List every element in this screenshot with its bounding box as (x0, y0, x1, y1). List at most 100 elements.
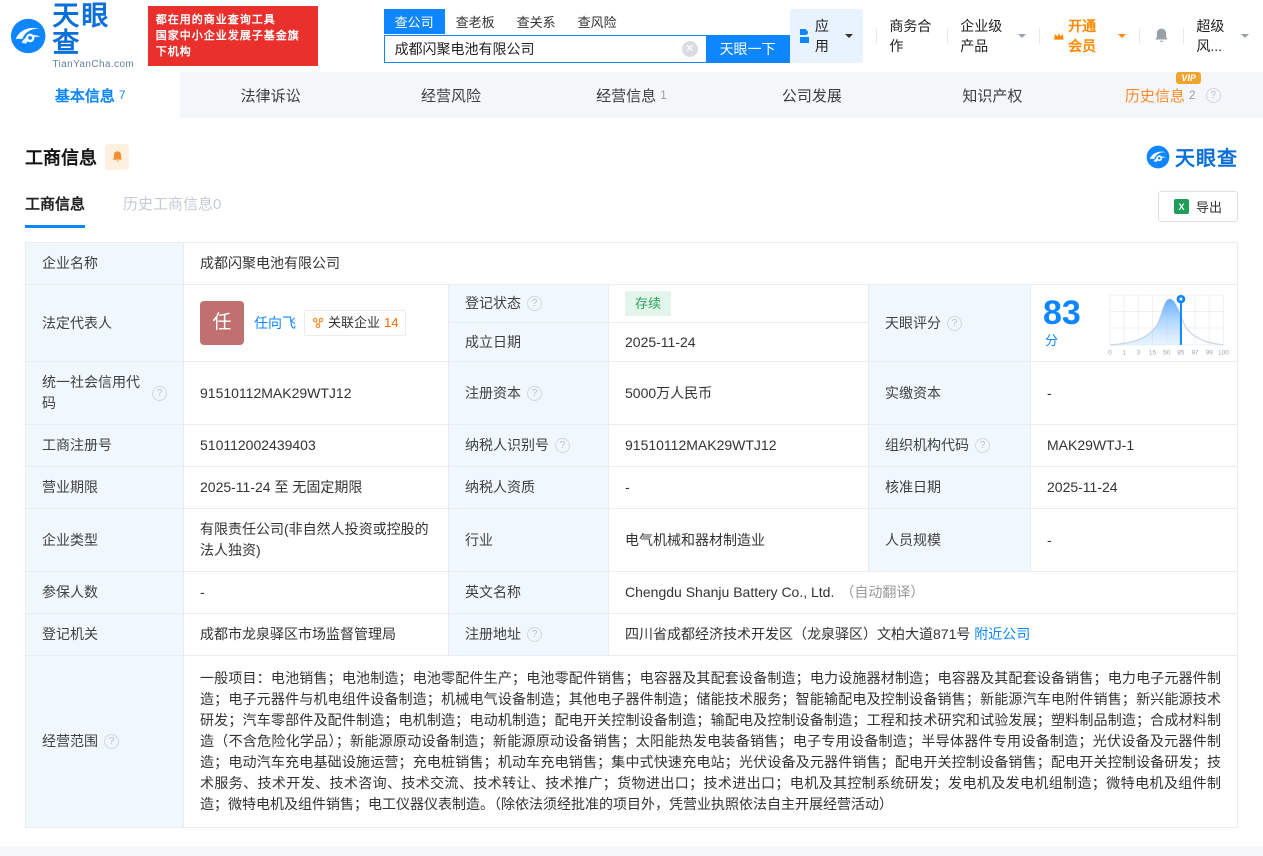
subtab-history-business-info[interactable]: 历史工商信息0 (123, 193, 221, 228)
divider (1039, 28, 1040, 44)
table-row: 企业名称 成都闪聚电池有限公司 (26, 243, 1237, 285)
search-button[interactable]: 天眼一下 (706, 35, 790, 63)
search-tab-company[interactable]: 查公司 (384, 9, 445, 34)
establish-date-value: 2025-11-24 (609, 323, 869, 361)
insured-count-value: - (184, 572, 449, 613)
search-tabs: 查公司 查老板 查关系 查风险 (384, 9, 790, 34)
nav-enterprise-products[interactable]: 企业级产品 (960, 16, 1025, 56)
nav-business-cooperation[interactable]: 商务合作 (889, 16, 933, 56)
tab-company-development[interactable]: 公司发展 (722, 72, 902, 118)
table-row: 登记机关 成都市龙泉驿区市场监督管理局 注册地址? 四川省成都经济技术开发区（龙… (26, 614, 1237, 656)
main-content: 工商信息 天眼查 工商信息 历史工商信息0 X 导出 (0, 118, 1263, 828)
nav-apps[interactable]: 应用 (790, 9, 863, 63)
tab-basic-info[interactable]: 基本信息 7 (0, 72, 180, 118)
search-tab-relation[interactable]: 查关系 (506, 9, 567, 34)
subscribe-bell-icon[interactable] (105, 144, 129, 170)
taxpayer-quality-label: 纳税人资质 (449, 467, 609, 508)
main-tabbar: 基本信息 7 法律诉讼 经营风险 经营信息 1 公司发展 知识产权 历史信息 V… (0, 72, 1263, 118)
help-icon[interactable]: ? (527, 296, 542, 311)
auto-translate-note: （自动翻译） (840, 582, 924, 603)
search-input[interactable] (384, 35, 706, 63)
help-icon[interactable]: ? (527, 627, 542, 642)
export-button[interactable]: X 导出 (1158, 191, 1238, 222)
nav-super-risk[interactable]: 超级风... (1196, 16, 1249, 56)
legal-rep-name-link[interactable]: 任向飞 (254, 313, 296, 334)
section-title: 工商信息 (25, 144, 97, 170)
reg-authority-value: 成都市龙泉驿区市场监督管理局 (184, 614, 449, 655)
company-type-label: 企业类型 (26, 509, 184, 571)
insured-count-label: 参保人数 (26, 572, 184, 613)
svg-text:1: 1 (1122, 349, 1126, 356)
svg-text:3: 3 (1136, 349, 1140, 356)
tab-history-info[interactable]: 历史信息 VIP 2 ? (1083, 72, 1263, 118)
tab-intellectual-property[interactable]: 知识产权 (902, 72, 1082, 118)
tianyancha-logo[interactable]: 天眼查 TianYanCha.com (10, 3, 136, 70)
svg-text:100: 100 (1218, 349, 1229, 356)
notifications-bell-icon[interactable] (1153, 27, 1170, 45)
divider (1183, 28, 1184, 44)
related-companies-badge[interactable]: 关联企业 14 (304, 310, 406, 336)
help-icon[interactable]: ? (947, 316, 962, 331)
nearby-companies-link[interactable]: 附近公司 (974, 624, 1030, 645)
taxpayer-id-label: 纳税人识别号? (449, 425, 609, 466)
business-info-table: 企业名称 成都闪聚电池有限公司 法定代表人 任 任向飞 关联企业 14 (25, 242, 1238, 828)
business-term-label: 营业期限 (26, 467, 184, 508)
tianyancha-logo-icon (10, 17, 46, 55)
taxpayer-quality-value: - (609, 467, 869, 508)
excel-icon: X (1174, 199, 1189, 214)
subtab-business-info[interactable]: 工商信息 (25, 193, 85, 228)
search-tab-boss[interactable]: 查老板 (445, 9, 506, 34)
approve-date-value: 2025-11-24 (1031, 467, 1237, 508)
english-name-label: 英文名称 (449, 572, 609, 613)
reg-status-value: 存续 (609, 285, 869, 322)
industry-value: 电气机械和器材制造业 (609, 509, 869, 571)
divider (876, 28, 877, 44)
nav-apps-label: 应用 (815, 16, 834, 56)
help-icon[interactable]: ? (975, 438, 990, 453)
establish-date-label: 成立日期 (449, 323, 609, 361)
reg-capital-label: 注册资本? (449, 362, 609, 424)
reg-capital-value: 5000万人民币 (609, 362, 869, 424)
legal-rep-avatar[interactable]: 任 (200, 301, 244, 345)
nav-open-vip[interactable]: 开通会员 (1053, 16, 1126, 56)
divider (947, 28, 948, 44)
table-row: 经营范围? 一般项目：电池销售；电池制造；电池零配件生产；电池零配件销售；电容器… (26, 656, 1237, 827)
help-icon[interactable]: ? (104, 734, 119, 749)
tab-legal-proceedings[interactable]: 法律诉讼 (180, 72, 360, 118)
business-scope-label: 经营范围? (26, 656, 184, 827)
reg-status-label: 登记状态? (449, 285, 609, 322)
tab-operation-info[interactable]: 经营信息 1 (541, 72, 721, 118)
table-row: 营业期限 2025-11-24 至 无固定期限 纳税人资质 - 核准日期 202… (26, 467, 1237, 509)
tab-operation-risk[interactable]: 经营风险 (361, 72, 541, 118)
business-scope-value: 一般项目：电池销售；电池制造；电池零配件生产；电池零配件销售；电容器及其配套设备… (184, 656, 1237, 827)
industry-label: 行业 (449, 509, 609, 571)
help-icon[interactable]: ? (555, 438, 570, 453)
svg-text:99: 99 (1205, 349, 1213, 356)
help-icon[interactable]: ? (152, 386, 167, 401)
crown-icon (1053, 29, 1065, 43)
reg-number-value: 510112002439403 (184, 425, 449, 466)
brand-slogan: 都在用的商业查询工具 国家中小企业发展子基金旗下机构 (148, 6, 318, 66)
help-icon[interactable]: ? (527, 386, 542, 401)
taxpayer-id-value: 91510112MAK29WTJ12 (609, 425, 869, 466)
chevron-down-icon (1018, 34, 1026, 42)
clear-search-icon[interactable]: ✕ (682, 41, 698, 57)
chevron-down-icon (1241, 34, 1249, 42)
score-number[interactable]: 83分 (1043, 296, 1096, 351)
help-icon[interactable]: ? (1206, 88, 1221, 103)
company-name-label: 企业名称 (26, 243, 184, 284)
table-row: 统一社会信用代码? 91510112MAK29WTJ12 注册资本? 5000万… (26, 362, 1237, 425)
vip-badge: VIP (1176, 72, 1201, 84)
business-term-value: 2025-11-24 至 无固定期限 (184, 467, 449, 508)
svg-text:50: 50 (1163, 349, 1171, 356)
chevron-down-icon (1118, 34, 1126, 42)
tianyancha-watermark-icon (1146, 145, 1170, 169)
svg-text:0: 0 (1108, 349, 1112, 356)
english-name-value: Chengdu Shanju Battery Co., Ltd. （自动翻译） (609, 572, 1237, 613)
table-row: 工商注册号 510112002439403 纳税人识别号? 91510112MA… (26, 425, 1237, 467)
reg-address-value: 四川省成都经济技术开发区（龙泉驿区）文柏大道871号 附近公司 (609, 614, 1237, 655)
search-tab-risk[interactable]: 查风险 (567, 9, 628, 34)
org-code-label: 组织机构代码? (869, 425, 1031, 466)
reg-authority-label: 登记机关 (26, 614, 184, 655)
reg-number-label: 工商注册号 (26, 425, 184, 466)
